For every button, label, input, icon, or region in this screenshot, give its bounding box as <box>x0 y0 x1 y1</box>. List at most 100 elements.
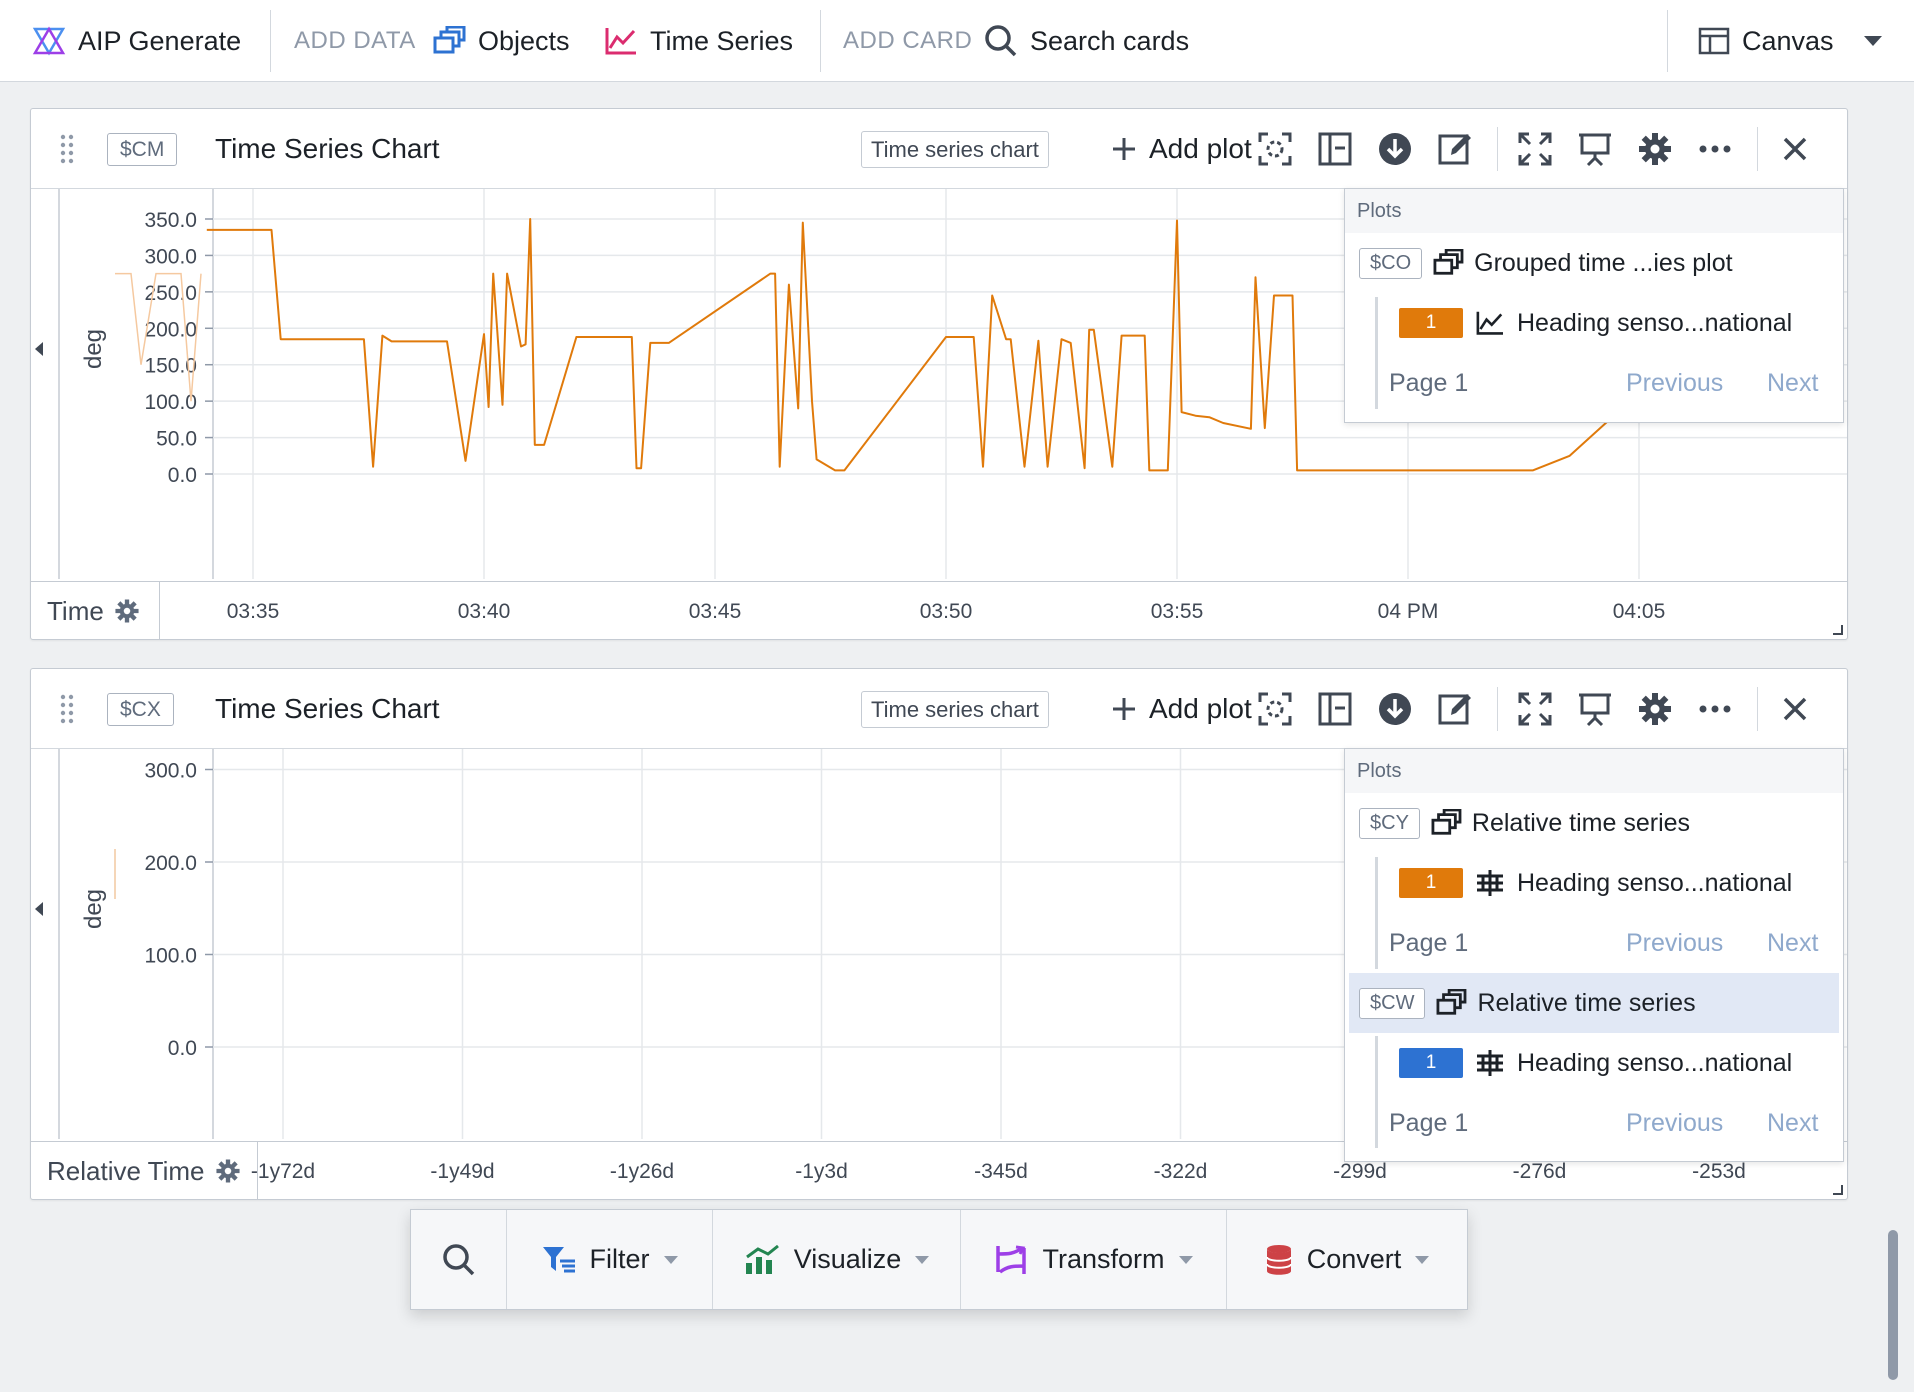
card-action-bar: Filter Visualize Transform Convert <box>410 1209 1468 1310</box>
x-tick-label: -1y26d <box>610 1160 674 1183</box>
more-icon[interactable] <box>1697 691 1733 727</box>
card-title[interactable]: Time Series Chart <box>215 129 440 169</box>
series-item[interactable]: 1 Heading senso...national <box>1345 853 1843 913</box>
edit-icon[interactable] <box>1437 131 1473 167</box>
objects-button[interactable]: Objects <box>432 0 570 82</box>
database-icon <box>1265 1244 1292 1275</box>
page-scrollbar[interactable] <box>1888 1230 1898 1380</box>
add-plot-button[interactable]: Add plot <box>1111 129 1252 169</box>
edit-icon[interactable] <box>1437 691 1473 727</box>
expand-icon[interactable] <box>1517 131 1553 167</box>
visualize-dropdown-button[interactable]: Visualize <box>713 1210 961 1309</box>
plus-icon <box>1113 698 1135 720</box>
next-page-button[interactable]: Next <box>1767 1109 1818 1138</box>
page-label: Page 1 <box>1389 1109 1469 1137</box>
search-action-button[interactable] <box>411 1210 507 1309</box>
next-page-button[interactable]: Next <box>1767 929 1818 958</box>
time-series-button[interactable]: Time Series <box>604 0 793 82</box>
time-axis-label: Time <box>47 595 104 626</box>
close-icon[interactable] <box>1777 691 1813 727</box>
x-axis-ticks: 03:35 03:40 03:45 03:50 03:55 04 PM 04:05 <box>227 600 1666 623</box>
y-tick-label: 200.0 <box>144 318 197 341</box>
collapse-axis-icon <box>35 902 43 916</box>
panel-layout-icon[interactable] <box>1317 691 1353 727</box>
series-item[interactable]: 1 Heading senso...national <box>1345 1033 1843 1093</box>
expand-icon[interactable] <box>1517 691 1553 727</box>
search-cards-button[interactable]: Search cards <box>984 0 1189 82</box>
search-icon <box>442 1243 474 1275</box>
header-divider <box>1497 127 1498 171</box>
fit-to-data-icon[interactable] <box>1257 131 1293 167</box>
transform-icon <box>996 1245 1027 1274</box>
drag-handle-icon[interactable] <box>59 133 75 165</box>
plots-panel-header: Plots <box>1345 189 1843 233</box>
relative-time-axis-selector[interactable]: Relative Time <box>47 1142 241 1200</box>
presentation-icon[interactable] <box>1577 131 1613 167</box>
presentation-icon[interactable] <box>1577 691 1613 727</box>
more-icon[interactable] <box>1697 131 1733 167</box>
filter-dropdown-button[interactable]: Filter <box>507 1210 713 1309</box>
pagination: Page 1 Previous Next <box>1345 1093 1843 1153</box>
canvas-layout-dropdown[interactable]: Canvas <box>1698 0 1882 82</box>
plot-variable-tag: $CW <box>1359 987 1426 1019</box>
objects-label: Objects <box>478 25 570 56</box>
panel-layout-icon[interactable] <box>1317 131 1353 167</box>
next-page-button[interactable]: Next <box>1767 369 1818 398</box>
line-chart-icon <box>605 28 636 55</box>
convert-label: Convert <box>1306 1244 1402 1274</box>
download-icon[interactable] <box>1377 131 1413 167</box>
plot-group-name: Grouped time ...ies plot <box>1474 248 1733 277</box>
gear-icon[interactable] <box>1637 131 1673 167</box>
page-label: Page 1 <box>1389 929 1469 957</box>
canvas-label: Canvas <box>1742 25 1834 56</box>
relative-time-icon <box>1477 870 1503 896</box>
plots-panel: Plots $CY Relative time series 1 Heading… <box>1344 748 1844 1162</box>
x-tick-label: -345d <box>974 1160 1028 1183</box>
previous-page-button[interactable]: Previous <box>1626 929 1723 958</box>
resize-handle-icon[interactable] <box>1833 1185 1843 1195</box>
gear-icon[interactable] <box>1637 691 1673 727</box>
search-icon <box>985 25 1017 57</box>
x-tick-label: -1y72d <box>251 1160 315 1183</box>
x-tick-label: 04 PM <box>1378 600 1439 623</box>
previous-page-button[interactable]: Previous <box>1626 1109 1723 1138</box>
series-name: Heading senso...national <box>1517 868 1793 897</box>
collapse-axis-icon <box>35 342 43 356</box>
plot-group-item-selected[interactable]: $CW Relative time series <box>1349 973 1839 1033</box>
fit-to-data-icon[interactable] <box>1257 691 1293 727</box>
visualize-icon <box>745 1244 779 1274</box>
card-type-tag: Time series chart <box>861 691 1049 728</box>
transform-dropdown-button[interactable]: Transform <box>961 1210 1227 1309</box>
time-axis-selector[interactable]: Time <box>47 582 140 640</box>
series-item[interactable]: 1 Heading senso...national <box>1345 293 1843 353</box>
drag-handle-icon[interactable] <box>59 693 75 725</box>
aip-generate-button[interactable]: AIP Generate <box>32 0 241 82</box>
objects-icon <box>1436 989 1467 1015</box>
card-title[interactable]: Time Series Chart <box>215 689 440 729</box>
card-type-tag: Time series chart <box>861 131 1049 168</box>
y-tick-label: 50.0 <box>156 428 197 451</box>
add-plot-button[interactable]: Add plot <box>1111 689 1252 729</box>
axis-divider <box>159 582 160 640</box>
series-color-badge: 1 <box>1399 1048 1463 1078</box>
plot-group-item[interactable]: $CY Relative time series <box>1345 793 1843 853</box>
card-variable-tag[interactable]: $CM <box>107 133 178 166</box>
convert-dropdown-button[interactable]: Convert <box>1227 1210 1467 1309</box>
card-variable-tag[interactable]: $CX <box>107 693 174 726</box>
layout-icon <box>1698 27 1730 55</box>
relative-time-icon <box>1477 1050 1503 1076</box>
x-tick-label: 03:35 <box>227 600 280 623</box>
time-series-label: Time Series <box>650 25 794 56</box>
series-name: Heading senso...national <box>1517 1048 1793 1077</box>
plot-group-name: Relative time series <box>1477 988 1696 1017</box>
download-icon[interactable] <box>1377 691 1413 727</box>
previous-page-button[interactable]: Previous <box>1626 369 1723 398</box>
close-icon[interactable] <box>1777 131 1813 167</box>
plot-group-item[interactable]: $CO Grouped time ...ies plot <box>1345 233 1843 293</box>
objects-icon <box>433 26 466 54</box>
pagination: Page 1 Previous Next <box>1345 913 1843 973</box>
add-data-label: ADD DATA <box>294 27 416 54</box>
y-tick-label: 100.0 <box>144 945 197 968</box>
resize-handle-icon[interactable] <box>1833 625 1843 635</box>
gear-icon <box>215 1159 240 1183</box>
